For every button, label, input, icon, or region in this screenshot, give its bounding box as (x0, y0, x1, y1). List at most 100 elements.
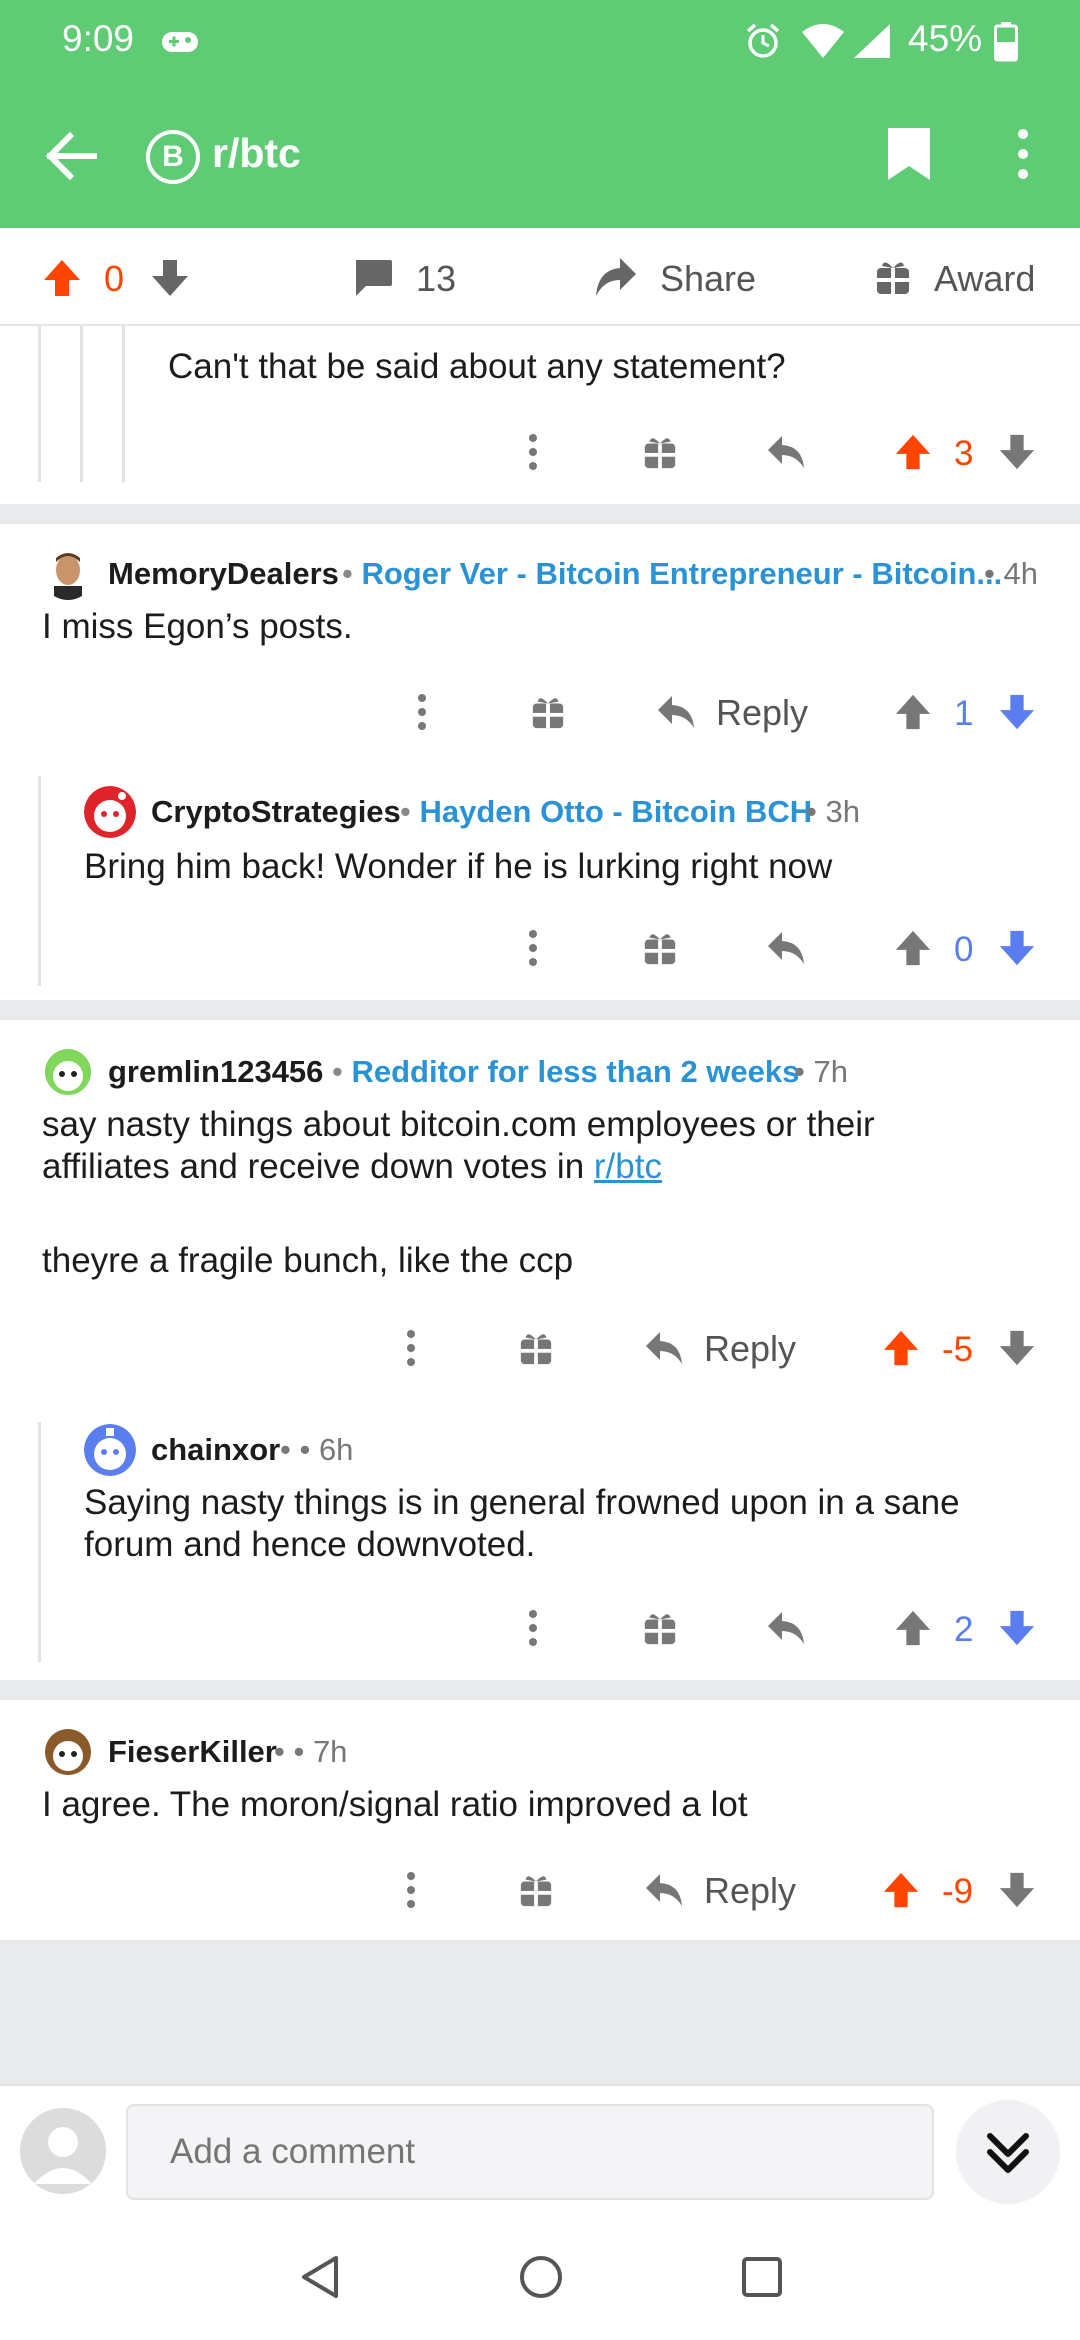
comment-input[interactable] (126, 2104, 934, 2200)
comment-author[interactable]: CryptoStrategies (151, 794, 401, 830)
comment-icon[interactable] (352, 258, 394, 298)
award-icon[interactable] (518, 1330, 554, 1366)
downvote-icon[interactable] (998, 1870, 1036, 1910)
comment-list: Can't that be said about any statement? … (0, 326, 1080, 2084)
more-options-icon[interactable] (404, 1328, 418, 1368)
award-icon[interactable] (642, 930, 678, 966)
more-options-icon[interactable] (526, 432, 540, 472)
avatar[interactable] (84, 1424, 136, 1476)
subreddit-name[interactable]: r/btc (212, 130, 301, 177)
reply-icon[interactable] (766, 434, 806, 470)
upvote-icon[interactable] (894, 1608, 932, 1648)
reply-icon[interactable] (656, 694, 696, 730)
battery-percent: 45% (908, 18, 983, 59)
award-icon[interactable] (874, 258, 912, 296)
avatar[interactable] (42, 548, 94, 600)
comment-count[interactable]: 13 (416, 258, 456, 300)
downvote-icon[interactable] (998, 1608, 1036, 1648)
comment-body-line: say nasty things about bitcoin.com emplo… (42, 1105, 875, 1144)
reply-icon[interactable] (766, 1610, 806, 1646)
status-time: 9:09 (62, 18, 135, 59)
more-options-icon[interactable] (526, 928, 540, 968)
nav-home-icon[interactable] (518, 2254, 564, 2300)
bookmark-icon[interactable] (886, 126, 932, 182)
reply-icon[interactable] (644, 1872, 684, 1908)
upvote-icon[interactable] (882, 1328, 920, 1368)
share-button[interactable]: Share (660, 258, 756, 300)
comment-score: 3 (954, 434, 974, 473)
system-nav-bar (0, 2216, 1080, 2340)
double-chevron-down-icon (987, 2133, 1029, 2173)
subreddit-link[interactable]: r/btc (594, 1147, 662, 1186)
comment-time-text: 7h (312, 1734, 348, 1769)
comment-author[interactable]: chainxor (151, 1432, 280, 1468)
award-icon[interactable] (642, 434, 678, 470)
subreddit-icon[interactable]: B (146, 130, 200, 184)
thread-line (38, 1422, 41, 1662)
award-icon[interactable] (642, 1610, 678, 1646)
comment-time-text: 3h (825, 794, 860, 829)
upvote-icon[interactable] (894, 692, 932, 732)
thread-line (122, 326, 125, 482)
header: 9:09 45% B r/btc (0, 0, 1080, 228)
post-score: 0 (104, 258, 125, 299)
comment-score: 2 (954, 1610, 974, 1649)
user-flair: • Hayden Otto - Bitcoin BCH (400, 794, 813, 829)
user-flair-text: Roger Ver - Bitcoin Entrepreneur - Bitco… (361, 556, 1003, 591)
comment-time: • • 6h (280, 1432, 354, 1467)
jump-to-bottom-button[interactable] (956, 2100, 1060, 2204)
downvote-icon[interactable] (998, 928, 1036, 968)
thread-line (38, 326, 41, 482)
user-avatar[interactable] (20, 2108, 106, 2194)
reply-button[interactable]: Reply (704, 1870, 796, 1912)
comment-score: 1 (954, 694, 974, 733)
more-options-icon[interactable] (415, 692, 429, 732)
comment-time: • • 7h (274, 1734, 348, 1769)
comment-author[interactable]: gremlin123456 (108, 1054, 323, 1090)
nav-recents-icon[interactable] (740, 2254, 784, 2300)
more-options-icon[interactable] (1010, 126, 1036, 182)
comment-body-line: affiliates and receive down votes in r/b… (42, 1146, 1042, 1188)
user-flair: • Roger Ver - Bitcoin Entrepreneur - Bit… (342, 556, 1003, 591)
upvote-icon[interactable] (894, 928, 932, 968)
end-of-list-spacer (0, 1940, 1080, 2084)
downvote-icon[interactable] (150, 258, 190, 298)
comment-body-line: theyre a fragile bunch, like the ccp (42, 1241, 574, 1280)
gamepad-icon (162, 32, 198, 52)
share-icon[interactable] (594, 256, 638, 298)
reply-button[interactable]: Reply (716, 692, 808, 734)
thread-line (80, 326, 83, 482)
comment-time-text: 4h (1003, 556, 1038, 591)
comment-author[interactable]: MemoryDealers (108, 556, 339, 592)
more-options-icon[interactable] (404, 1870, 418, 1910)
comment-author[interactable]: FieserKiller (108, 1734, 277, 1770)
avatar[interactable] (84, 786, 136, 838)
reply-icon[interactable] (766, 930, 806, 966)
comment-body: Saying nasty things is in general frowne… (84, 1483, 960, 1564)
comment-time-text: 6h (318, 1432, 354, 1467)
back-arrow-icon[interactable] (44, 128, 100, 184)
comment-body-text: affiliates and receive down votes in (42, 1147, 594, 1186)
avatar[interactable] (42, 1726, 94, 1778)
reply-button[interactable]: Reply (704, 1328, 796, 1370)
award-button[interactable]: Award (934, 258, 1035, 300)
wifi-icon (802, 24, 844, 58)
comment-time-text: 7h (813, 1054, 848, 1089)
award-icon[interactable] (530, 694, 566, 730)
nav-back-icon[interactable] (298, 2254, 342, 2300)
reply-icon[interactable] (644, 1330, 684, 1366)
comment-body: say nasty things about bitcoin.com emplo… (42, 1104, 1042, 1282)
downvote-icon[interactable] (998, 432, 1036, 472)
comment-compose-bar (0, 2084, 1080, 2216)
upvote-icon[interactable] (882, 1870, 920, 1910)
post-action-bar: 0 13 Share Award (0, 228, 1080, 326)
comment-body: Can't that be said about any statement? (168, 347, 786, 386)
comment-body: Bring him back! Wonder if he is lurking … (84, 847, 833, 886)
avatar[interactable] (42, 1046, 94, 1098)
downvote-icon[interactable] (998, 692, 1036, 732)
more-options-icon[interactable] (526, 1608, 540, 1648)
downvote-icon[interactable] (998, 1328, 1036, 1368)
award-icon[interactable] (518, 1872, 554, 1908)
upvote-icon[interactable] (42, 258, 82, 298)
upvote-icon[interactable] (894, 432, 932, 472)
